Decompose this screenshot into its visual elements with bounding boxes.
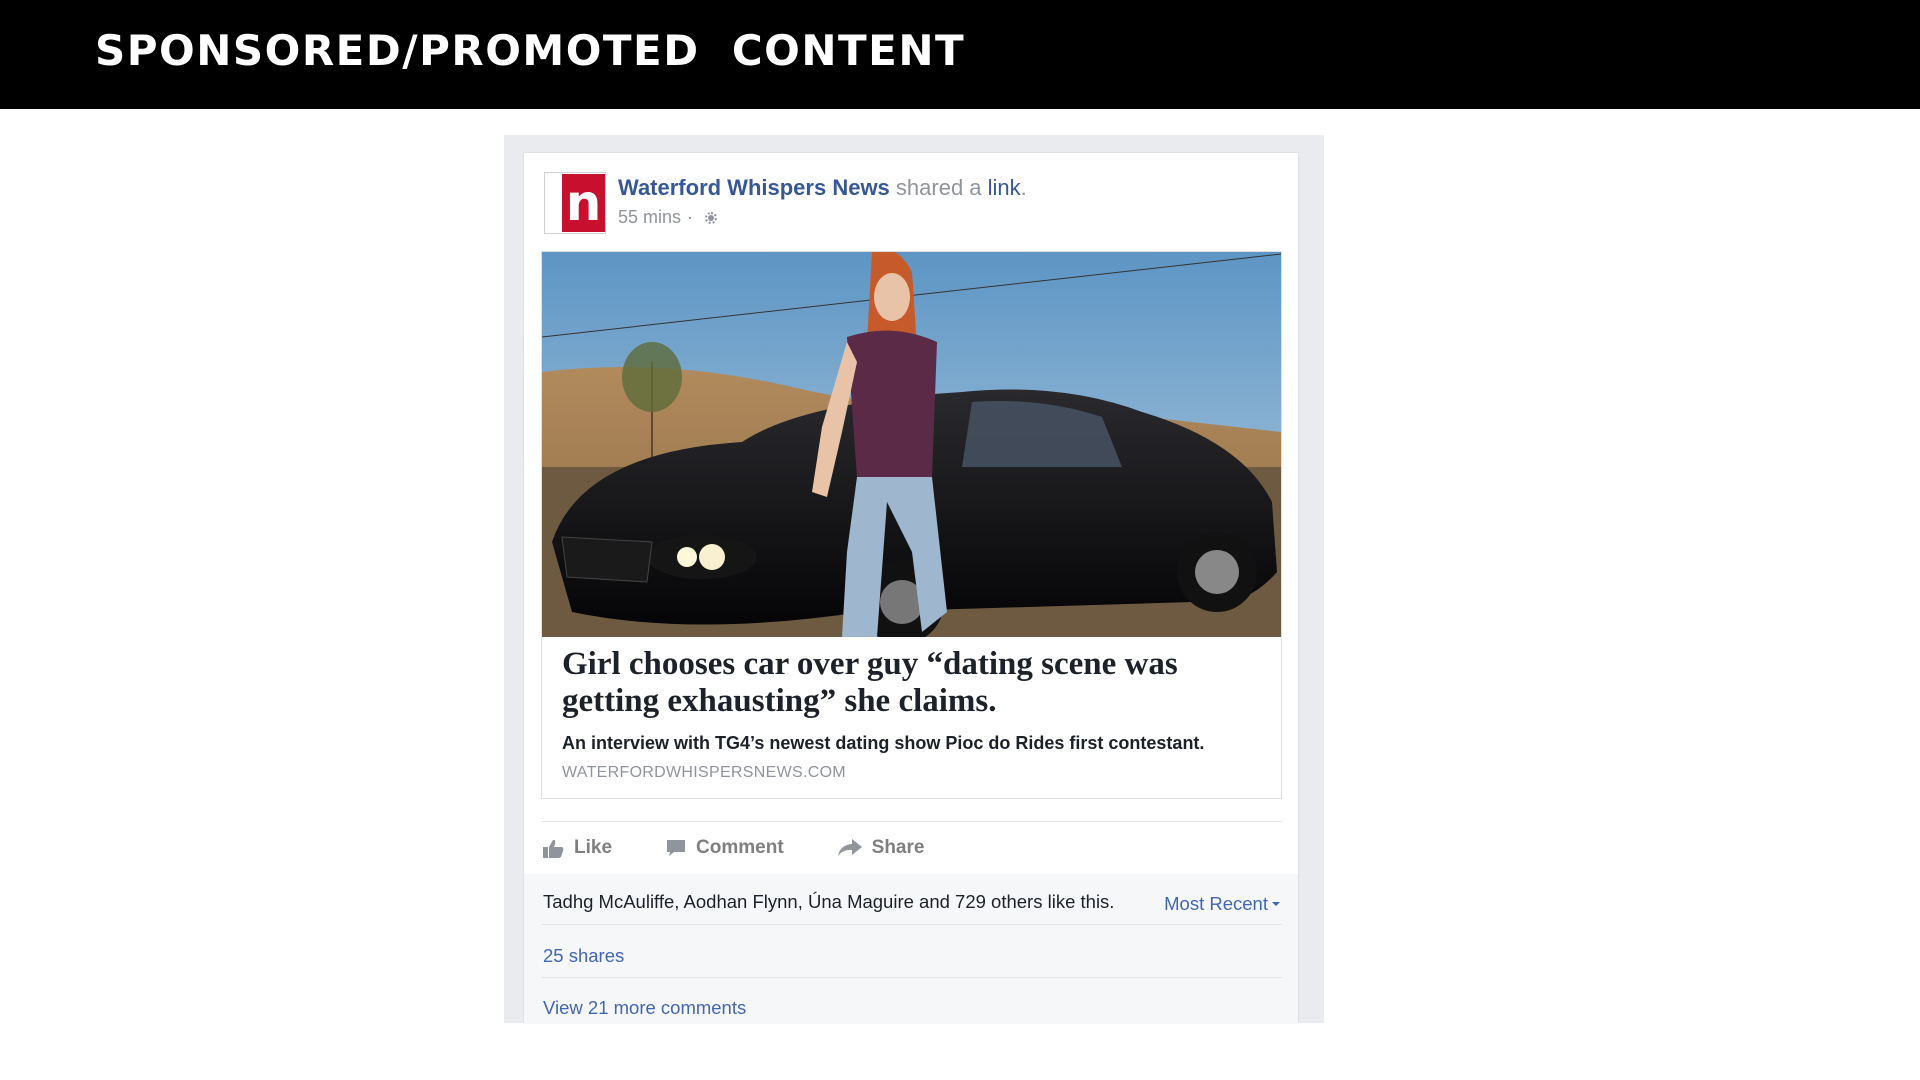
meta-separator: · bbox=[687, 207, 694, 227]
social-summary: Tadhg McAuliffe, Aodhan Flynn, Úna Magui… bbox=[524, 874, 1298, 1024]
link-description: An interview with TG4’s newest dating sh… bbox=[562, 733, 1205, 753]
shares-divider bbox=[541, 977, 1282, 978]
globe-icon[interactable] bbox=[703, 210, 719, 226]
page-logo: n bbox=[562, 174, 605, 232]
comment-button[interactable]: Comment bbox=[666, 837, 784, 859]
page-name-link[interactable]: Waterford Whispers News bbox=[618, 175, 890, 200]
comment-sort-dropdown[interactable]: Most Recent bbox=[1164, 893, 1280, 915]
share-label: Share bbox=[871, 837, 925, 858]
actions-divider bbox=[541, 821, 1282, 822]
share-button[interactable]: Share bbox=[837, 837, 925, 859]
post-meta: 55 mins · bbox=[618, 207, 719, 228]
link-preview-image[interactable] bbox=[542, 252, 1281, 637]
shared-text: shared a bbox=[889, 175, 988, 200]
page-avatar[interactable]: n bbox=[544, 172, 606, 234]
link-domain: WATERFORDWHISPERSNEWS.COM bbox=[562, 764, 846, 781]
slide-header-bar: SPONSORED/PROMOTED CONTENT bbox=[0, 0, 1920, 109]
likes-divider bbox=[541, 924, 1282, 925]
likes-summary[interactable]: Tadhg McAuliffe, Aodhan Flynn, Úna Magui… bbox=[543, 891, 1114, 913]
sort-label: Most Recent bbox=[1164, 893, 1268, 914]
caret-down-icon bbox=[1272, 902, 1280, 906]
share-arrow-icon bbox=[837, 839, 862, 857]
thumbs-up-icon bbox=[543, 839, 564, 858]
shares-count-link[interactable]: 25 shares bbox=[543, 945, 624, 967]
header-period: . bbox=[1020, 175, 1027, 200]
post-timestamp[interactable]: 55 mins bbox=[618, 207, 681, 228]
comment-label: Comment bbox=[696, 837, 784, 858]
slide-title: SPONSORED/PROMOTED CONTENT bbox=[95, 26, 966, 75]
comment-bubble-icon bbox=[666, 839, 686, 857]
like-button[interactable]: Like bbox=[543, 837, 612, 859]
like-label: Like bbox=[574, 837, 613, 858]
photo-woman-car-image bbox=[542, 252, 1281, 637]
link-headline[interactable]: Girl chooses car over guy “dating scene … bbox=[562, 646, 1262, 720]
post-actions-bar: Like Comment Share bbox=[543, 837, 924, 859]
link-word-link[interactable]: link bbox=[988, 175, 1021, 200]
link-preview-card[interactable]: Girl chooses car over guy “dating scene … bbox=[541, 251, 1282, 799]
view-more-comments-link[interactable]: View 21 more comments bbox=[543, 997, 746, 1019]
facebook-post-card: n Waterford Whispers News shared a link.… bbox=[523, 152, 1299, 1024]
post-header-line: Waterford Whispers News shared a link. bbox=[618, 175, 1027, 201]
